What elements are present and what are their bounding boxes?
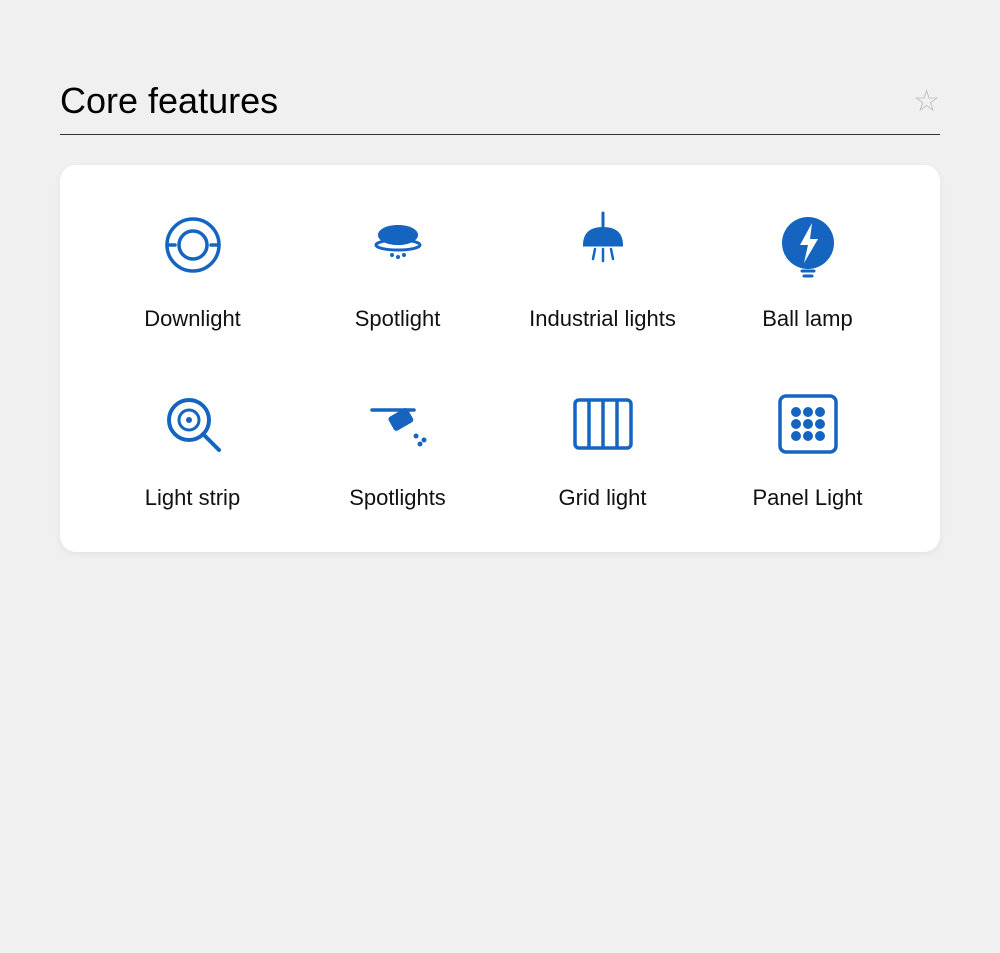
features-grid: Downlight Spotlight (90, 205, 910, 512)
grid-light-icon (563, 384, 643, 464)
spotlight-label: Spotlight (355, 305, 441, 334)
spotlights-label: Spotlights (349, 484, 446, 513)
downlight-label: Downlight (144, 305, 241, 334)
grid-item-spotlights[interactable]: Spotlights (295, 384, 500, 513)
grid-item-ball-lamp[interactable]: Ball lamp (705, 205, 910, 334)
grid-light-label: Grid light (558, 484, 646, 513)
grid-item-downlight[interactable]: Downlight (90, 205, 295, 334)
ball-lamp-label: Ball lamp (762, 305, 852, 334)
spotlight-icon (358, 205, 438, 285)
grid-item-panel-light[interactable]: Panel Light (705, 384, 910, 513)
industrial-lights-label: Industrial lights (529, 305, 676, 334)
features-card: Downlight Spotlight (60, 165, 940, 552)
spotlights-icon (358, 384, 438, 464)
page-header: Core features ☆ (60, 80, 940, 122)
grid-item-spotlight[interactable]: Spotlight (295, 205, 500, 334)
industrial-lights-icon (563, 205, 643, 285)
light-strip-icon (153, 384, 233, 464)
page-title: Core features (60, 80, 278, 122)
panel-light-icon (768, 384, 848, 464)
star-icon[interactable]: ☆ (913, 84, 940, 119)
header-divider (60, 134, 940, 135)
grid-item-industrial-lights[interactable]: Industrial lights (500, 205, 705, 334)
grid-item-light-strip[interactable]: Light strip (90, 384, 295, 513)
downlight-icon (153, 205, 233, 285)
grid-item-grid-light[interactable]: Grid light (500, 384, 705, 513)
light-strip-label: Light strip (145, 484, 240, 513)
ball-lamp-icon (768, 205, 848, 285)
panel-light-label: Panel Light (752, 484, 862, 513)
